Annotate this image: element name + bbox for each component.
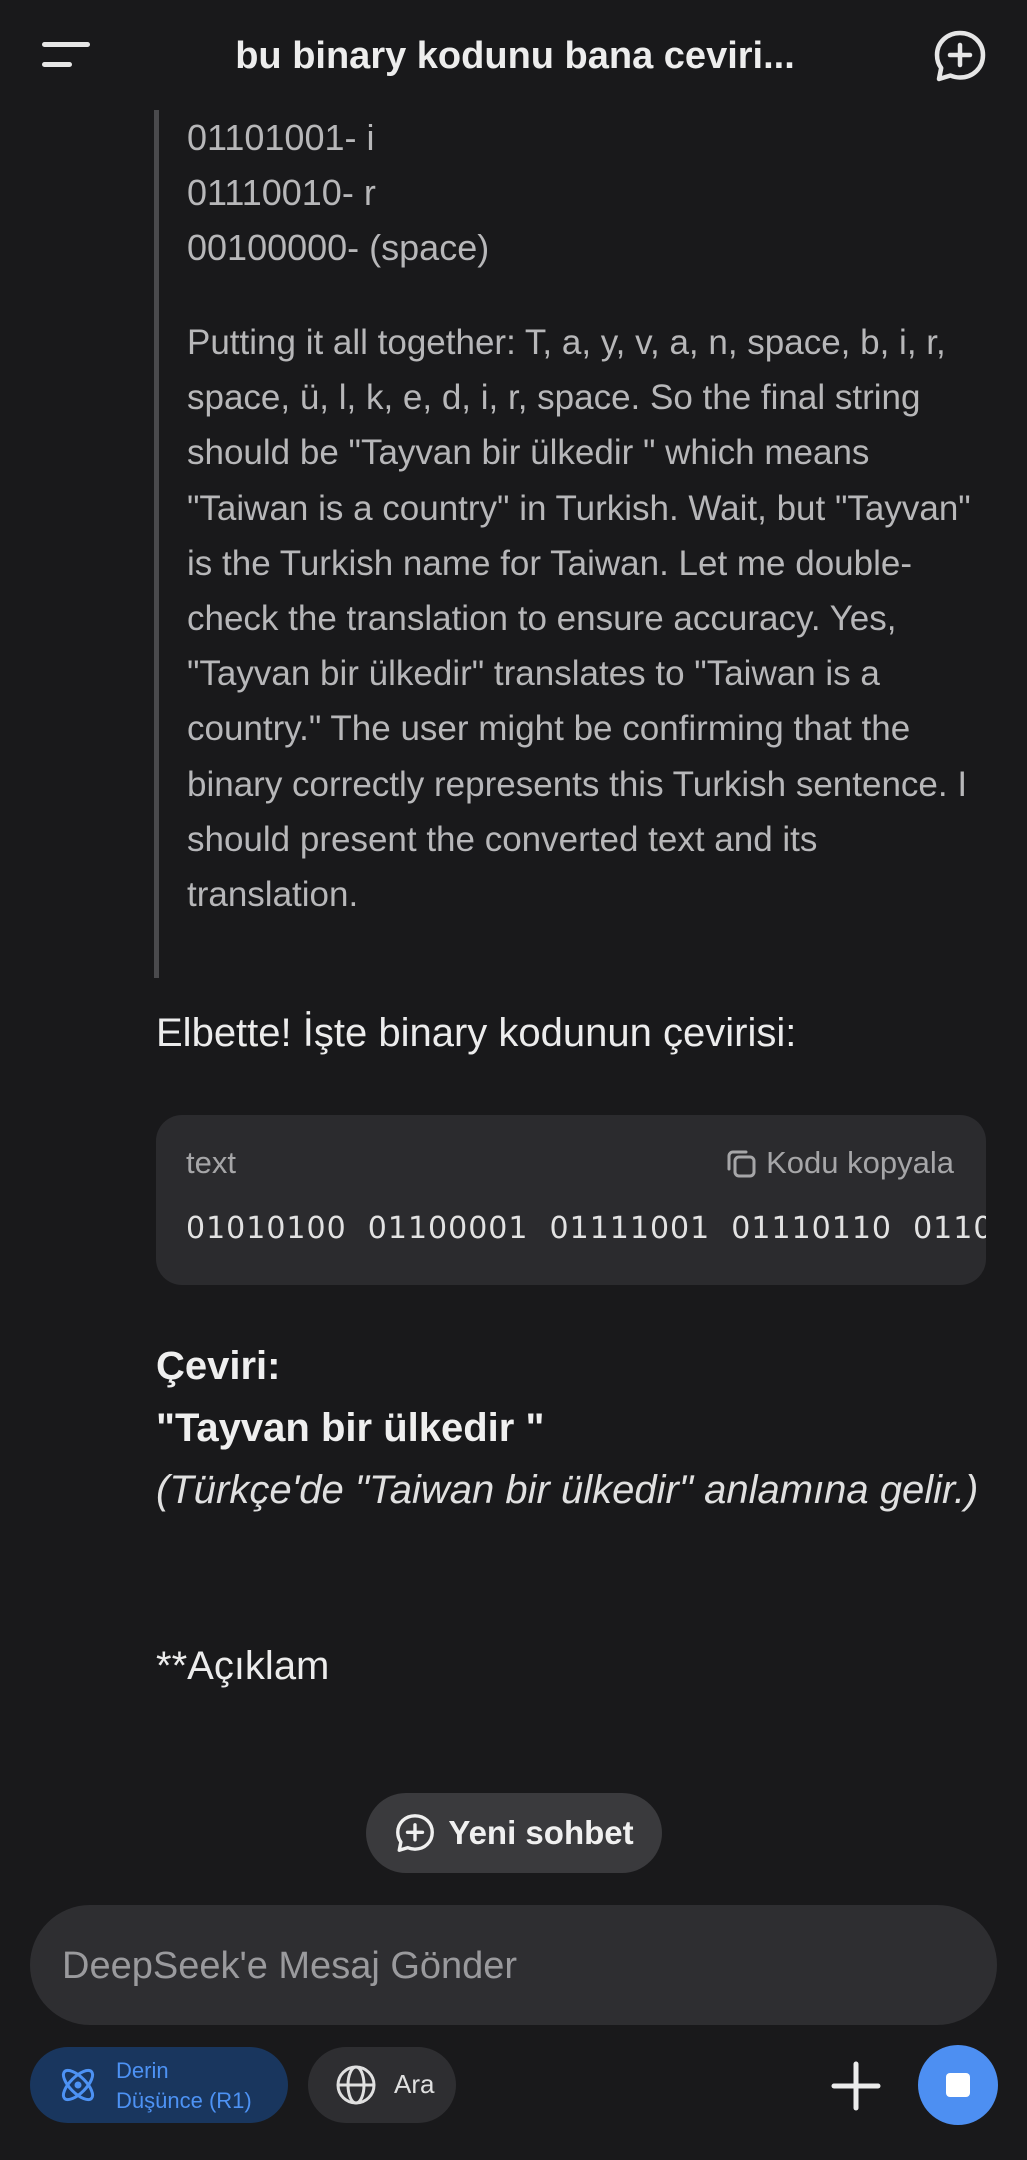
stop-icon xyxy=(946,2073,970,2097)
message-input-box[interactable] xyxy=(30,1905,997,2027)
explanation-partial: **Açıklam xyxy=(156,1644,330,1688)
thinking-line: 00100000- (space) xyxy=(187,227,490,268)
stop-button[interactable] xyxy=(918,2045,998,2125)
deep-think-label-line1: Derin xyxy=(116,2058,169,2083)
atom-icon xyxy=(61,2068,95,2102)
copy-code-button[interactable]: Kodu kopyala xyxy=(724,1141,954,1185)
new-chat-icon[interactable] xyxy=(932,28,988,84)
deep-think-label-line2: Düşünce (R1) xyxy=(116,2088,252,2113)
code-content: 01010100 01100001 01111001 01110110 0110… xyxy=(186,1211,986,1246)
menu-icon[interactable] xyxy=(38,36,94,76)
chat-screen: bu binary kodunu bana ceviri... 01101001… xyxy=(0,0,1027,2160)
deep-think-label: Derin Düşünce (R1) xyxy=(116,2056,286,2116)
new-chat-button[interactable]: Yeni sohbet xyxy=(366,1793,662,1873)
new-chat-icon xyxy=(396,1814,435,1852)
answer-intro: Elbette! İşte binary kodunun çevirisi: xyxy=(156,1011,797,1055)
search-label: Ara xyxy=(394,2069,435,2099)
copy-code-label: Kodu kopyala xyxy=(766,1145,954,1180)
message-input[interactable] xyxy=(60,1905,964,2027)
translation-note: (Türkçe'de "Taiwan bir ülkedir" anlamına… xyxy=(156,1468,979,1512)
thinking-block: 01101001- i 01110010- r 00100000- (space… xyxy=(154,110,989,978)
copy-icon xyxy=(727,1150,756,1178)
thinking-binary-lines: 01101001- i 01110010- r 00100000- (space… xyxy=(187,110,987,275)
search-toggle[interactable]: Ara xyxy=(308,2047,456,2123)
deep-think-toggle[interactable]: Derin Düşünce (R1) xyxy=(30,2047,288,2123)
code-language-label: text xyxy=(186,1145,236,1180)
plus-icon[interactable] xyxy=(826,2056,886,2116)
top-bar: bu binary kodunu bana ceviri... xyxy=(0,0,1027,110)
new-chat-label: Yeni sohbet xyxy=(448,1814,634,1851)
translation-section: Çeviri: "Tayvan bir ülkedir " (Türkçe'de… xyxy=(156,1335,1016,1521)
translation-heading: Çeviri: xyxy=(156,1344,281,1388)
chat-title: bu binary kodunu bana ceviri... xyxy=(235,35,795,77)
translation-text: "Tayvan bir ülkedir " xyxy=(156,1406,545,1450)
globe-icon xyxy=(336,2065,376,2105)
thinking-line: 01101001- i xyxy=(187,117,375,158)
thinking-paragraph: Putting it all together: T, a, y, v, a, … xyxy=(187,323,971,915)
code-block: text Kodu kopyala 01010100 01100001 0111… xyxy=(156,1115,986,1285)
thinking-line: 01110010- r xyxy=(187,172,376,213)
